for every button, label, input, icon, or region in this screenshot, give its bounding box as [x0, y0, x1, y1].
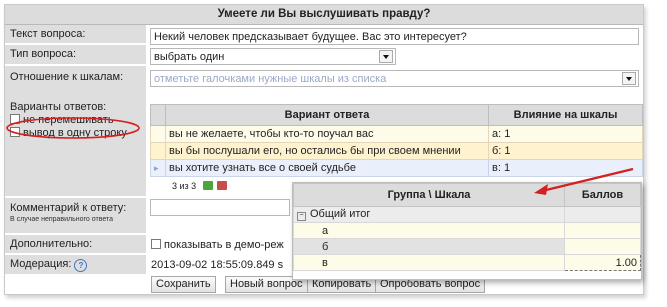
- comment-hint: В случае неправильного ответа: [10, 216, 114, 223]
- scale-points-input[interactable]: 1.00: [564, 254, 641, 271]
- annotation-arrow: [534, 167, 634, 195]
- question-text-label: Текст вопроса:: [5, 25, 146, 44]
- save-button[interactable]: Сохранить: [151, 276, 216, 293]
- question-title: Умеете ли Вы выслушивать правду?: [5, 5, 643, 25]
- grid-corner: [150, 104, 166, 126]
- answer-cell[interactable]: вы бы послушали его, но остались бы при …: [165, 142, 489, 160]
- pager-text: 3 из 3: [172, 181, 197, 191]
- comment-cell: Комментарий к ответу: В случае неправиль…: [5, 198, 146, 234]
- answer-column-header[interactable]: Вариант ответа: [165, 104, 489, 126]
- moderation-cell: Модерация: ?: [5, 255, 146, 275]
- influence-cell[interactable]: а: 1: [488, 125, 643, 143]
- question-editor-panel: Умеете ли Вы выслушивать правду? Текст в…: [4, 4, 644, 295]
- scale-row[interactable]: б: [293, 238, 641, 255]
- table-row[interactable]: вы бы послушали его, но остались бы при …: [150, 142, 643, 160]
- add-row-icon[interactable]: [202, 181, 213, 190]
- help-icon[interactable]: ?: [74, 259, 88, 272]
- demo-mode-option[interactable]: показывать в демо-реж: [151, 239, 284, 251]
- delete-row-icon[interactable]: [217, 181, 228, 190]
- group-total-row[interactable]: − Общий итог: [293, 206, 641, 223]
- comment-input[interactable]: [150, 199, 290, 216]
- scale-row[interactable]: а: [293, 222, 641, 239]
- demo-mode-label: показывать в демо-реж: [164, 239, 284, 251]
- chevron-down-icon[interactable]: [622, 72, 636, 85]
- highlight-ellipse: [6, 117, 140, 139]
- collapse-icon[interactable]: −: [297, 212, 306, 221]
- scales-placeholder: отметьте галочками нужные шкалы из списк…: [154, 73, 387, 85]
- question-type-select[interactable]: выбрать один: [150, 48, 396, 65]
- question-type-value: выбрать один: [154, 51, 225, 63]
- moderation-value: 2013-09-02 18:55:09.849 s: [151, 259, 284, 271]
- group-total-cell: − Общий итог: [293, 206, 565, 223]
- influence-cell[interactable]: б: 1: [488, 142, 643, 160]
- demo-mode-checkbox[interactable]: [151, 239, 161, 249]
- additional-label: Дополнительно:: [5, 235, 146, 254]
- row-pointer-icon: ▸: [150, 159, 166, 177]
- scales-select[interactable]: отметьте галочками нужные шкалы из списк…: [150, 70, 639, 87]
- table-row[interactable]: вы не желаете, чтобы кто-то поучал вас а…: [150, 125, 643, 143]
- question-text-input[interactable]: Некий человек предсказывает будущее. Вас…: [150, 28, 639, 45]
- scale-name: б: [293, 238, 565, 255]
- chevron-down-icon[interactable]: [379, 50, 393, 63]
- scale-points-input[interactable]: [564, 222, 641, 239]
- moderation-label: Модерация:: [10, 258, 72, 270]
- question-type-label: Тип вопроса:: [5, 45, 146, 65]
- answer-cell[interactable]: вы хотите узнать все о своей судьбе: [165, 159, 489, 177]
- scale-name: а: [293, 222, 565, 239]
- scale-points-input[interactable]: [564, 238, 641, 255]
- influence-column-header[interactable]: Влияние на шкалы: [488, 104, 643, 126]
- answer-options-cell: Варианты ответов: не перемешивать вывод …: [5, 98, 146, 197]
- group-total-label: Общий итог: [310, 208, 371, 220]
- answer-cell[interactable]: вы не желаете, чтобы кто-то поучал вас: [165, 125, 489, 143]
- scale-row[interactable]: в 1.00: [293, 254, 641, 271]
- scale-name: в: [293, 254, 565, 271]
- comment-label: Комментарий к ответу:: [10, 202, 127, 214]
- answer-options-label: Варианты ответов:: [10, 101, 107, 113]
